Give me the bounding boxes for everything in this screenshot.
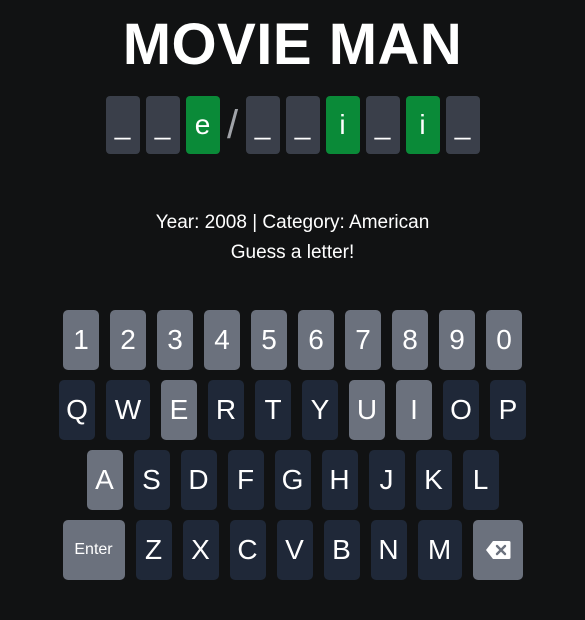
key-s[interactable]: S (133, 450, 170, 510)
key-d[interactable]: D (180, 450, 217, 510)
key-q[interactable]: Q (59, 380, 95, 440)
key-e[interactable]: E (161, 380, 197, 440)
word2-letter-tile: i (405, 96, 440, 154)
word2-letter-tile: i (325, 96, 360, 154)
key-9[interactable]: 9 (439, 310, 475, 370)
key-r[interactable]: R (208, 380, 244, 440)
key-m[interactable]: M (417, 520, 462, 580)
key-6[interactable]: 6 (298, 310, 334, 370)
key-c[interactable]: C (229, 520, 266, 580)
key-a[interactable]: A (86, 450, 123, 510)
key-b[interactable]: B (323, 520, 360, 580)
word2-letter-tile: _ (445, 96, 480, 154)
word1-letter-tile: _ (105, 96, 140, 154)
key-t[interactable]: T (255, 380, 291, 440)
key-h[interactable]: H (321, 450, 358, 510)
backspace-icon (485, 541, 510, 559)
keyboard-row-1: QWERTYUIOP (0, 380, 585, 440)
key-y[interactable]: Y (302, 380, 338, 440)
guess-prompt: Guess a letter! (230, 242, 355, 263)
word2-letter-tile: _ (285, 96, 320, 154)
key-f[interactable]: F (227, 450, 264, 510)
key-1[interactable]: 1 (63, 310, 99, 370)
key-o[interactable]: O (443, 380, 479, 440)
backspace-key[interactable] (472, 520, 523, 580)
key-3[interactable]: 3 (157, 310, 193, 370)
key-0[interactable]: 0 (486, 310, 522, 370)
word-separator: / (226, 102, 239, 147)
key-j[interactable]: J (368, 450, 405, 510)
keyboard-row-3: Enter Z X C V B N M (0, 520, 585, 580)
key-4[interactable]: 4 (204, 310, 240, 370)
word1-letter-tile: _ (145, 96, 180, 154)
key-7[interactable]: 7 (345, 310, 381, 370)
keyboard-row-numbers: 1234567890 (0, 310, 585, 370)
game-title: MOVIE MAN (122, 12, 463, 77)
key-w[interactable]: W (106, 380, 150, 440)
word2-letter-tile: _ (365, 96, 400, 154)
key-8[interactable]: 8 (392, 310, 428, 370)
movie-hint: Year: 2008 | Category: American (155, 212, 430, 233)
key-p[interactable]: P (490, 380, 526, 440)
word1-letter-tile: e (185, 96, 220, 154)
key-n[interactable]: N (370, 520, 407, 580)
key-x[interactable]: X (182, 520, 219, 580)
puzzle-board: _ _ e / _ _ i _ i _ (0, 96, 585, 154)
key-k[interactable]: K (415, 450, 452, 510)
keyboard-row-2: ASDFGHJKL (0, 450, 585, 510)
key-z[interactable]: Z (135, 520, 172, 580)
game-info: Year: 2008 | Category: American Guess a … (0, 208, 585, 268)
key-v[interactable]: V (276, 520, 313, 580)
key-2[interactable]: 2 (110, 310, 146, 370)
enter-key[interactable]: Enter (62, 520, 125, 580)
key-i[interactable]: I (396, 380, 432, 440)
key-u[interactable]: U (349, 380, 385, 440)
key-g[interactable]: G (274, 450, 311, 510)
key-5[interactable]: 5 (251, 310, 287, 370)
on-screen-keyboard: 1234567890 QWERTYUIOP ASDFGHJKL Enter Z X C… (0, 310, 585, 590)
word2-letter-tile: _ (245, 96, 280, 154)
game-screen: MOVIE MAN _ _ e / _ _ i _ i _ Year: 2008 | Catego… (0, 0, 585, 620)
key-l[interactable]: L (462, 450, 499, 510)
